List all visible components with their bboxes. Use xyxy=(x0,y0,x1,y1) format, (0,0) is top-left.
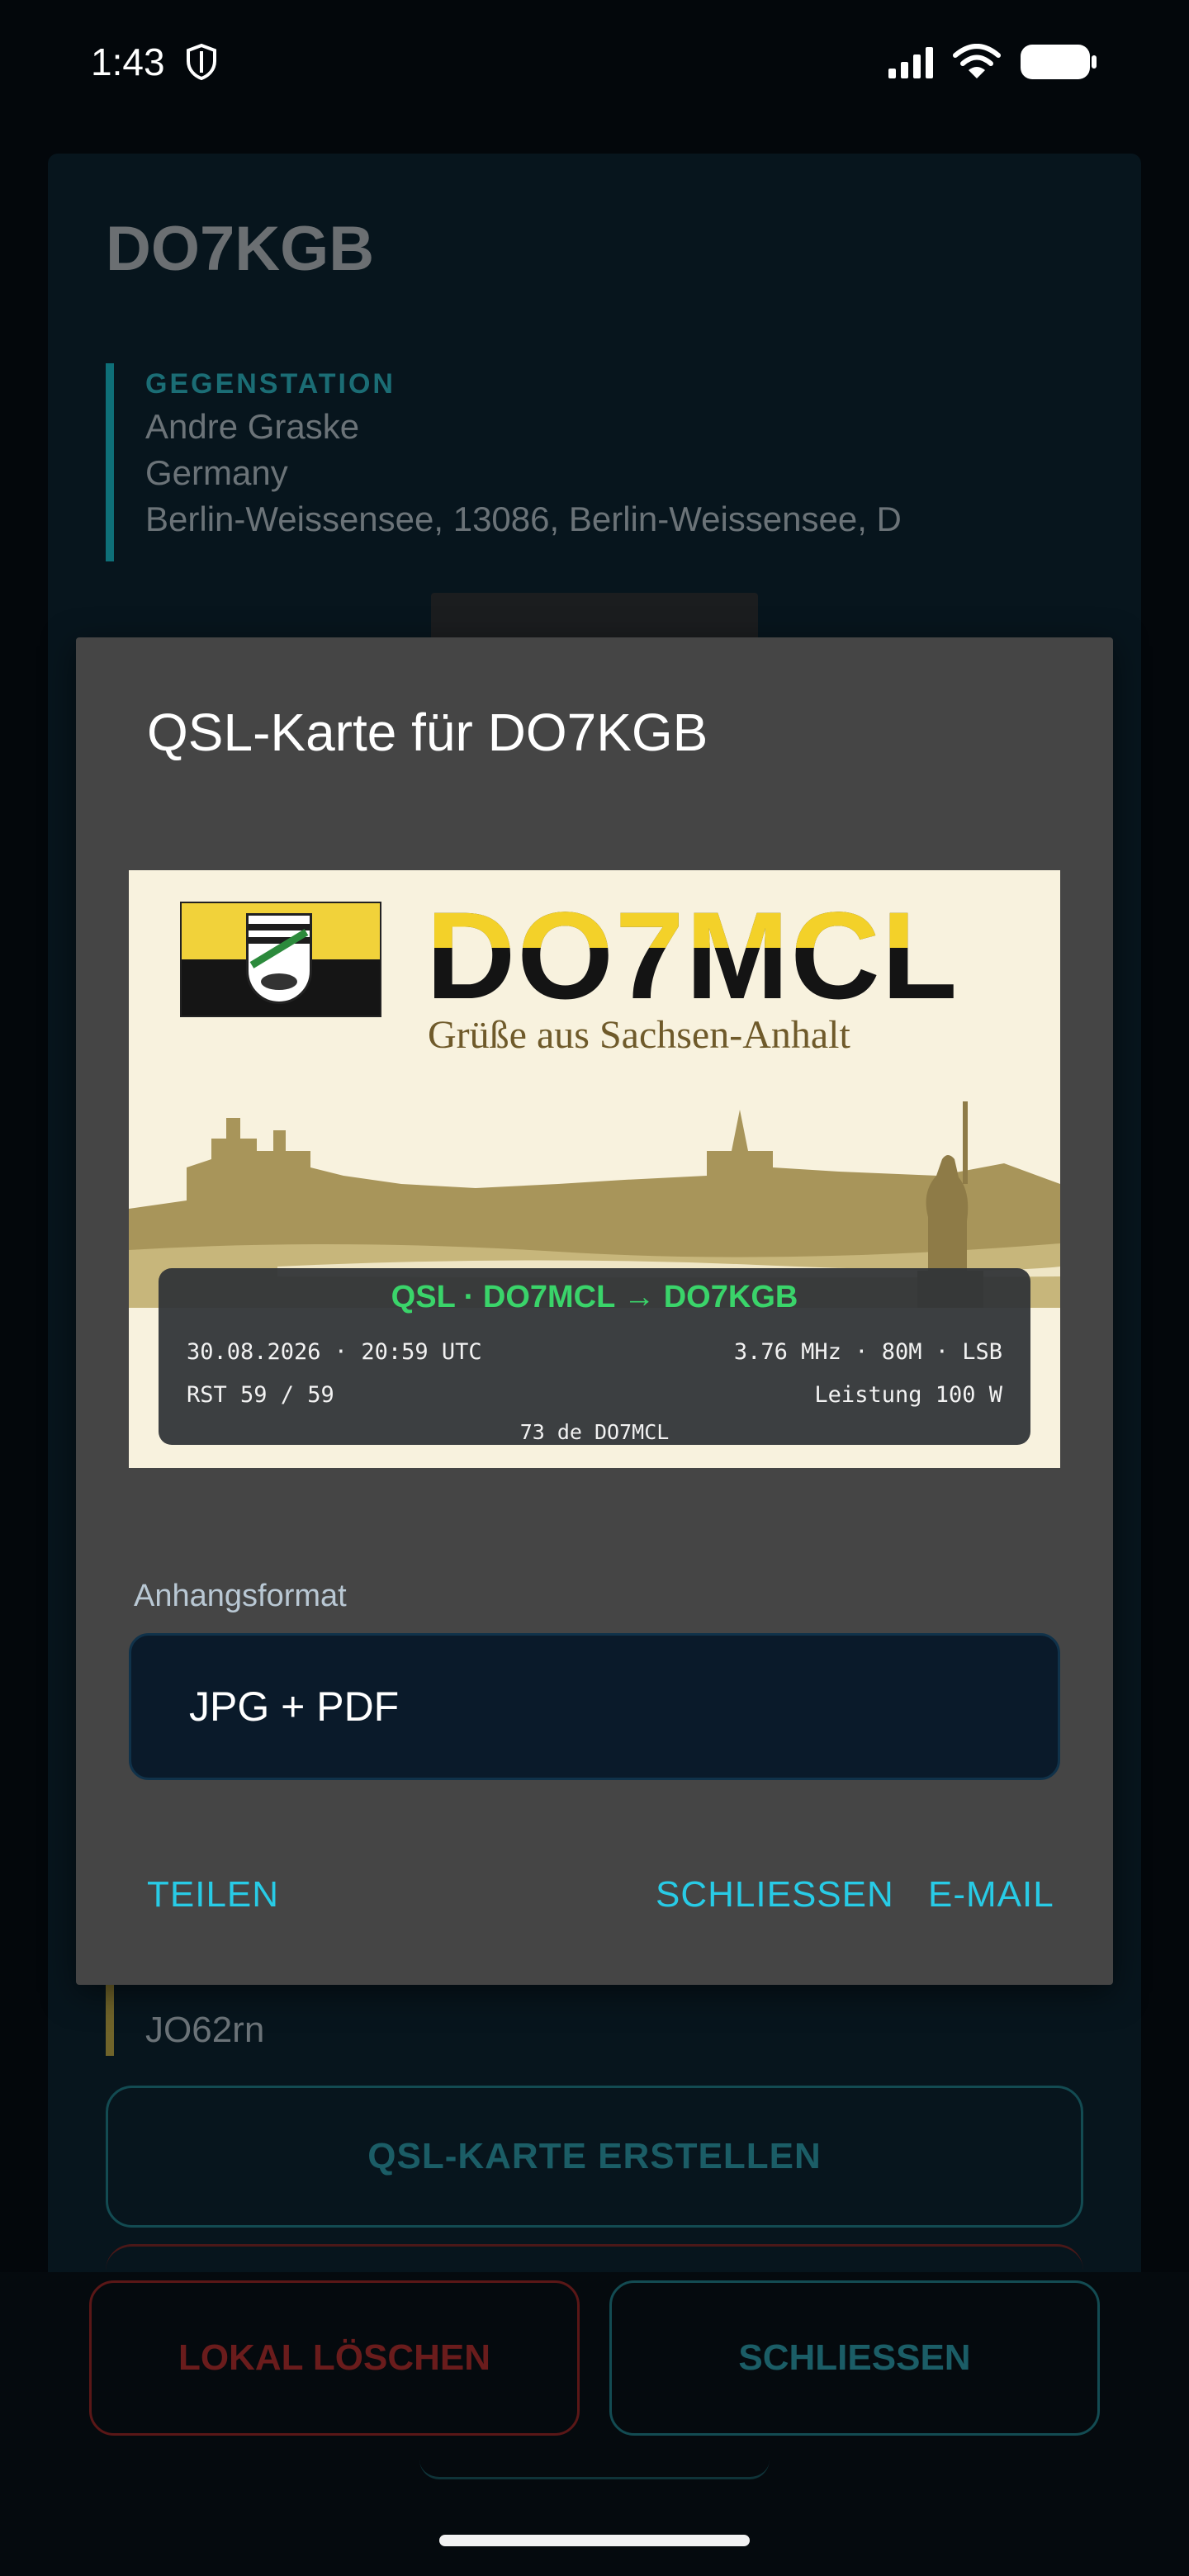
gegenstation-label: GEGENSTATION xyxy=(145,368,396,400)
home-indicator[interactable] xyxy=(439,2535,750,2546)
format-select[interactable]: JPG + PDF xyxy=(129,1633,1060,1780)
email-button[interactable]: E-MAIL xyxy=(928,1874,1054,1915)
qsl-card-preview: DO7MCL DO7MCL Grüße aus Sachsen-Anhalt Q… xyxy=(129,870,1060,1468)
format-label: Anhangsformat xyxy=(134,1579,347,1613)
locator-section: JO62rn xyxy=(106,1973,684,2056)
gegenstation-address: Berlin-Weissensee, 13086, Berlin-Weissen… xyxy=(145,500,902,538)
delete-local-button[interactable]: LOKAL LÖSCHEN xyxy=(89,2280,580,2436)
qso-datetime: 30.08.2026 · 20:59 UTC xyxy=(187,1339,482,1365)
format-value: JPG + PDF xyxy=(189,1683,400,1730)
dialog-close-button[interactable]: SCHLIESSEN xyxy=(656,1874,894,1915)
coat-of-arms-icon xyxy=(246,913,312,1004)
qsl-dialog: QSL-Karte für DO7KGB DO7MCL DO7MCL Grüße… xyxy=(76,637,1113,1985)
battery-icon xyxy=(1021,45,1097,79)
hidden-button-edge-bottom xyxy=(419,2436,770,2479)
card-callsign-highlight: DO7MCL xyxy=(426,893,959,948)
flag-icon xyxy=(180,902,381,1017)
share-button[interactable]: TEILEN xyxy=(147,1874,279,1915)
shield-icon xyxy=(186,43,216,81)
gegenstation-country: Germany xyxy=(145,453,288,492)
status-bar: 1:43 xyxy=(0,0,1189,124)
page-title: DO7KGB xyxy=(106,214,375,284)
status-time: 1:43 xyxy=(91,40,165,83)
qso-power: Leistung 100 W xyxy=(814,1382,1002,1408)
qso-frequency: 3.76 MHz · 80M · LSB xyxy=(733,1339,1002,1365)
create-qsl-button[interactable]: QSL-KARTE ERSTELLEN xyxy=(106,2086,1083,2228)
qso-greeting: 73 de DO7MCL xyxy=(519,1420,670,1444)
qso-info-panel: QSL · DO7MCL → DO7KGB 30.08.2026 · 20:59… xyxy=(159,1268,1030,1445)
locator-value: JO62rn xyxy=(145,2010,265,2050)
qsl-thumbnail xyxy=(431,593,758,642)
wifi-icon xyxy=(953,44,1001,78)
qso-title: QSL · DO7MCL → DO7KGB xyxy=(391,1280,798,1314)
card-subtitle: Grüße aus Sachsen-Anhalt xyxy=(428,1013,850,1057)
gegenstation-section: GEGENSTATION Andre Graske Germany Berlin… xyxy=(106,363,1014,561)
gegenstation-name: Andre Graske xyxy=(145,407,360,446)
qso-rst: RST 59 / 59 xyxy=(187,1382,334,1408)
close-button[interactable]: SCHLIESSEN xyxy=(609,2280,1100,2436)
signal-icon xyxy=(888,47,933,78)
dialog-title: QSL-Karte für DO7KGB xyxy=(147,703,708,762)
